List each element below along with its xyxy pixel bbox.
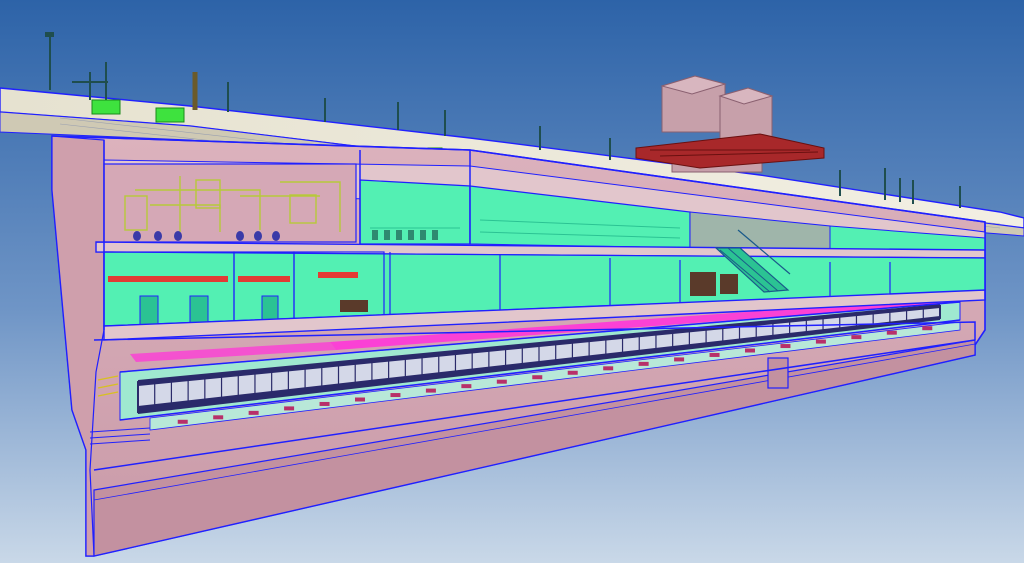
platform-bench (532, 375, 543, 380)
platform-bench (248, 410, 259, 415)
platform-bench (815, 339, 826, 344)
platform-bench (390, 393, 401, 398)
platform-bench (567, 370, 578, 375)
platform-bench (425, 388, 436, 393)
platform-bench (461, 384, 472, 389)
station-section-model[interactable] (0, 0, 1024, 563)
platform-bench (355, 397, 365, 402)
platform-bench (709, 352, 720, 357)
platform-bench (213, 415, 224, 420)
platform-bench (922, 326, 933, 331)
platform-bench (780, 344, 791, 349)
green-sign-icon (155, 107, 185, 123)
platform-bench (496, 379, 507, 384)
access-hatch (767, 357, 789, 389)
platform-bench (603, 366, 614, 371)
platform-bench (851, 335, 862, 340)
platform-bench (284, 406, 295, 411)
platform-bench (674, 357, 685, 362)
platform-bench (319, 401, 330, 406)
platform-bench (638, 361, 649, 366)
bim-viewport[interactable] (0, 0, 1024, 563)
green-sign-icon (91, 99, 121, 115)
platform-bench (745, 348, 755, 353)
platform-bench (177, 419, 188, 424)
platform-bench (886, 330, 897, 335)
